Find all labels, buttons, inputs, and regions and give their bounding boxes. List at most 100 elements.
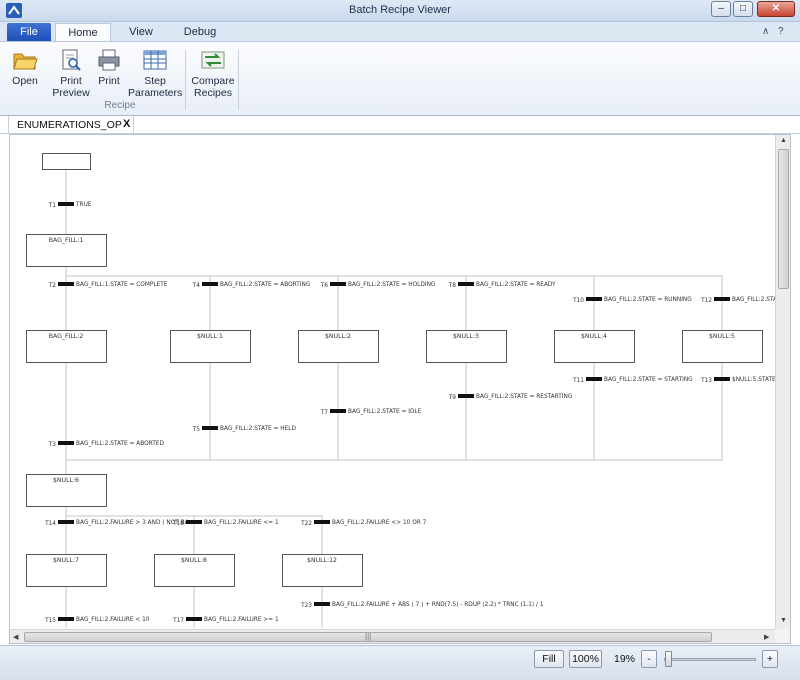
transition-id: T11 xyxy=(572,378,584,384)
print-button[interactable]: Print xyxy=(92,48,126,87)
ribbon-group-separator xyxy=(185,50,186,110)
transition-condition: BAG_FILL:1.STATE = COMPLETE xyxy=(76,282,168,288)
printer-icon xyxy=(98,49,120,71)
transition-bar xyxy=(458,282,474,286)
transition-id: T8 xyxy=(448,283,457,289)
transition-condition: BAG_FILL:2.FAILURE > 3 AND ( NOT BA xyxy=(76,520,189,526)
transition-condition: BAG_FILL:2.STATE = IDLE xyxy=(348,409,422,415)
transition-condition: TRUE xyxy=(75,202,92,208)
scroll-down-icon[interactable]: ▼ xyxy=(780,617,787,624)
transition-id: T17 xyxy=(172,618,184,624)
transition-bar xyxy=(202,426,218,430)
step-label: $NULL:6 xyxy=(53,477,79,484)
step-label: $NULL:12 xyxy=(307,557,337,564)
document-tab[interactable]: ENUMERATIONS_OP X xyxy=(8,116,134,134)
print-preview-button[interactable]: Print Preview xyxy=(50,48,92,99)
transition-bar xyxy=(58,520,74,524)
tab-debug[interactable]: Debug xyxy=(172,23,228,41)
transition-condition: BAG_FILL:2.STATE = READY xyxy=(476,282,556,288)
zoom-in-button[interactable]: + xyxy=(762,650,778,668)
transition-bar xyxy=(458,394,474,398)
step-parameters-label-2: Parameters xyxy=(128,87,183,99)
transition-condition: BAG_FILL:2.STATE = RESTARTING xyxy=(476,394,573,400)
tab-file[interactable]: File xyxy=(7,23,51,41)
scroll-left-icon[interactable]: ◀ xyxy=(13,633,18,641)
transition-condition: BAG_FILL:2.FAILURE <= 1 xyxy=(204,520,279,526)
transition-id: T23 xyxy=(300,603,312,609)
transition-condition: BAG_FILL:2.FAILURE < 10 xyxy=(76,617,150,623)
step-label: $NULL:5 xyxy=(709,333,735,340)
transition-id: T15 xyxy=(44,618,56,624)
step-parameters-label-1: Step xyxy=(144,75,166,87)
scroll-grip-icon: ||| xyxy=(365,632,372,641)
sfc-diagram-canvas[interactable]: BAG_FILL:1 BAG_FILL:2 $NULL:1 $NULL:2 $NULL:… xyxy=(10,135,775,629)
maximize-button[interactable]: □ xyxy=(733,1,753,17)
ribbon-collapse-icon[interactable]: ∧ xyxy=(762,26,769,37)
tab-home[interactable]: Home xyxy=(55,23,111,41)
print-label: Print xyxy=(98,75,120,87)
horizontal-scrollbar[interactable]: ◀ ||| ▶ xyxy=(10,629,775,643)
transition-bar xyxy=(58,202,74,206)
help-icon[interactable]: ? xyxy=(778,26,784,37)
print-preview-icon xyxy=(62,49,81,71)
step-label: $NULL:7 xyxy=(53,557,79,564)
step-label: $NULL:4 xyxy=(581,333,607,340)
step-label: BAG_FILL:2 xyxy=(49,333,84,340)
document-tab-close-icon[interactable]: X xyxy=(123,118,130,130)
transition-id: T13 xyxy=(700,378,712,384)
vertical-scrollbar[interactable]: ▲ ▼ xyxy=(775,135,790,629)
zoom-out-button[interactable]: - xyxy=(641,650,657,668)
step-label: $NULL:3 xyxy=(453,333,479,340)
zoom-slider-thumb[interactable] xyxy=(665,651,672,667)
ribbon-group-label: Recipe xyxy=(104,100,136,111)
zoom-fill-button[interactable]: Fill xyxy=(534,650,564,668)
transition-condition: BAG_FILL:2.STATE = STARTING xyxy=(604,377,693,383)
horizontal-scroll-thumb[interactable]: ||| xyxy=(24,632,712,642)
step-label: $NULL:2 xyxy=(325,333,351,340)
transition-condition: BAG_FILL:2.STATE = HOLDING xyxy=(348,282,436,288)
transition-bar xyxy=(330,282,346,286)
vertical-scroll-thumb[interactable] xyxy=(778,149,789,289)
transition-condition: BAG_FILL:2.STATE = ABORTING xyxy=(220,282,311,288)
title-bar: Batch Recipe Viewer – □ ✕ xyxy=(0,0,800,22)
print-preview-label-2: Preview xyxy=(52,87,90,99)
scroll-right-icon[interactable]: ▶ xyxy=(764,633,769,641)
minimize-button[interactable]: – xyxy=(711,1,731,17)
ribbon-group-separator xyxy=(238,50,239,110)
document-tab-bar: ENUMERATIONS_OP X xyxy=(0,116,800,134)
open-button[interactable]: Open xyxy=(6,48,44,87)
transition-id: T16 xyxy=(172,521,184,527)
transition-condition: BAG_FILL:2.FAILURE <> 10 OR 7 xyxy=(332,520,427,526)
transition-id: T4 xyxy=(192,283,201,289)
compare-recipes-label-2: Recipes xyxy=(194,87,232,99)
zoom-100-button[interactable]: 100% xyxy=(569,650,602,668)
tab-view[interactable]: View xyxy=(116,23,166,41)
transition-id: T5 xyxy=(192,427,201,433)
step-label: BAG_FILL:1 xyxy=(49,237,84,244)
transition-bar xyxy=(58,617,74,621)
close-window-button[interactable]: ✕ xyxy=(757,1,795,17)
step-box xyxy=(42,153,91,170)
compare-arrows-icon xyxy=(201,51,225,69)
transition-id: T22 xyxy=(300,521,312,527)
transition-id: T12 xyxy=(700,298,712,304)
transition-bar xyxy=(314,602,330,606)
transition-condition: BAG_FILL:2.STATE = ABORTED xyxy=(76,441,164,447)
step-parameters-button[interactable]: Step Parameters xyxy=(128,48,182,99)
step-label: $NULL:1 xyxy=(197,333,223,340)
sfc-diagram: BAG_FILL:1 BAG_FILL:2 $NULL:1 $NULL:2 $NULL:… xyxy=(26,153,775,628)
table-grid-icon xyxy=(143,50,167,70)
zoom-slider-track[interactable] xyxy=(664,658,756,661)
compare-recipes-label-1: Compare xyxy=(191,75,235,87)
transition-id: T3 xyxy=(48,442,57,448)
transition-bar xyxy=(330,409,346,413)
document-tab-label: ENUMERATIONS_OP xyxy=(17,119,122,131)
folder-open-icon xyxy=(13,53,38,70)
scroll-up-icon[interactable]: ▲ xyxy=(780,137,787,144)
compare-recipes-button[interactable]: Compare Recipes xyxy=(188,48,238,99)
transition-condition: $NULL:5.STATE xyxy=(732,377,775,383)
transition-id: T7 xyxy=(320,410,329,416)
ribbon-tab-bar: File Home View Debug ∧ ? xyxy=(0,22,800,41)
status-bar: Fill 100% 19% - + xyxy=(0,645,800,680)
transition-bar xyxy=(186,520,202,524)
